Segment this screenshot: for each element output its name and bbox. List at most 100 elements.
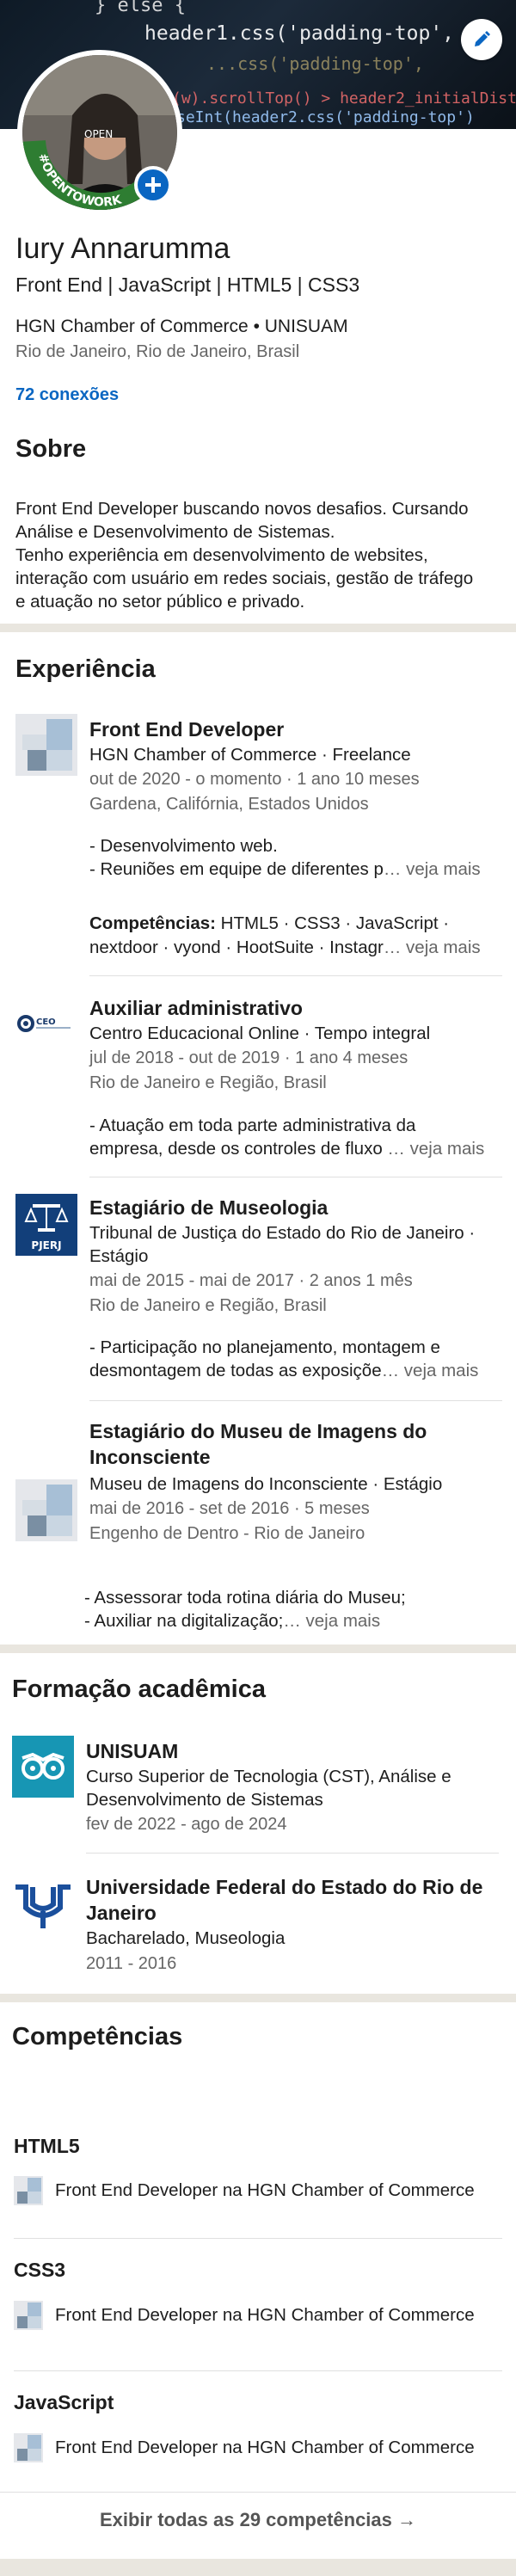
skill-name[interactable]: CSS3 bbox=[14, 2259, 65, 2282]
experience-desc: desmontagem de todas as exposiçõe… veja … bbox=[89, 1359, 502, 1382]
skills-section-title: Competências bbox=[12, 2023, 183, 2050]
experience-title[interactable]: Estagiário de Museologia bbox=[89, 1196, 502, 1220]
entry-separator bbox=[86, 1853, 499, 1854]
experience-title[interactable]: Estagiário do Museu de Imagens do bbox=[89, 1419, 502, 1443]
skill-separator bbox=[14, 2238, 502, 2239]
school-degree: Desenvolvimento de Sistemas bbox=[86, 1790, 323, 1810]
logo-text: PJERJ bbox=[31, 1239, 61, 1251]
experience-desc-text: empresa, desde os controles de fluxo bbox=[89, 1139, 383, 1159]
experience-location: Rio de Janeiro e Região, Brasil bbox=[89, 1073, 327, 1092]
about-line: e atuação no setor público e privado. bbox=[15, 592, 305, 612]
experience-company: Museu de Imagens do Inconsciente · Estág… bbox=[89, 1474, 443, 1494]
school-name[interactable]: Universidade Federal do Estado do Rio de bbox=[86, 1875, 499, 1899]
profile-location: Rio de Janeiro, Rio de Janeiro, Brasil bbox=[15, 342, 300, 361]
experience-desc: empresa, desde os controles de fluxo … v… bbox=[89, 1137, 502, 1160]
section-divider bbox=[0, 2559, 516, 2576]
education-section-title: Formação acadêmica bbox=[12, 1675, 266, 1703]
section-divider bbox=[0, 1645, 516, 1653]
experience-desc: - Participação no planejamento, montagem… bbox=[89, 1337, 440, 1357]
about-line: Tenho experiência em desenvolvimento de … bbox=[15, 545, 428, 565]
skill-context-logo bbox=[14, 2301, 43, 2330]
skill-context: Front End Developer na HGN Chamber of Co… bbox=[55, 2438, 475, 2457]
see-more-link[interactable]: … veja mais bbox=[283, 1611, 380, 1631]
entry-separator bbox=[89, 1400, 502, 1401]
banner-code-line: (w).scrollTop() > header2_initialDistanc… bbox=[172, 89, 516, 108]
experience-dates: jul de 2018 - out de 2019 · 1 ano 4 mese… bbox=[89, 1048, 408, 1067]
skills-label: Competências: bbox=[89, 913, 216, 933]
experience-desc: - Desenvolvimento web. bbox=[89, 836, 278, 856]
company-logo-ceo: CEO bbox=[15, 998, 77, 1060]
experience-section-title: Experiência bbox=[15, 655, 156, 683]
school-dates: fev de 2022 - ago de 2024 bbox=[86, 1815, 287, 1834]
edit-banner-button[interactable] bbox=[461, 19, 502, 60]
pencil-icon bbox=[475, 31, 490, 46]
experience-dates: out de 2020 - o momento · 1 ano 10 meses bbox=[89, 770, 420, 789]
banner-code-line: } else { bbox=[95, 0, 186, 16]
see-more-link[interactable]: … veja mais bbox=[382, 1361, 479, 1380]
experience-location: Engenho de Dentro - Rio de Janeiro bbox=[89, 1524, 366, 1543]
skill-context: Front End Developer na HGN Chamber of Co… bbox=[55, 2180, 475, 2200]
tjrj-logo-icon: PJERJ bbox=[15, 1194, 77, 1256]
experience-skills: nextdoor · vyond · HootSuite · Instagr… … bbox=[89, 936, 502, 959]
company-logo-placeholder bbox=[15, 714, 77, 776]
experience-location: Rio de Janeiro e Região, Brasil bbox=[89, 1296, 327, 1315]
logo-text: CEO bbox=[36, 1017, 56, 1027]
school-degree: Curso Superior de Tecnologia (CST), Anál… bbox=[86, 1767, 452, 1786]
experience-desc-text: - Auxiliar na digitalização; bbox=[84, 1611, 284, 1631]
experience-company: HGN Chamber of Commerce · Freelance bbox=[89, 745, 411, 765]
school-degree: Bacharelado, Museologia bbox=[86, 1928, 286, 1948]
banner-code-line: header1.css('padding-top', bbox=[144, 22, 455, 45]
school-logo-unirio bbox=[12, 1873, 74, 1935]
unirio-logo-icon bbox=[12, 1873, 74, 1935]
experience-desc: - Reuniões em equipe de diferentes p… ve… bbox=[89, 858, 502, 881]
experience-desc-text: - Reuniões em equipe de diferentes p bbox=[89, 859, 384, 879]
skill-name[interactable]: JavaScript bbox=[14, 2391, 114, 2414]
skills-list: nextdoor · vyond · HootSuite · Instagr bbox=[89, 938, 384, 957]
about-text: Front End Developer buscando novos desaf… bbox=[15, 497, 506, 613]
skill-name[interactable]: HTML5 bbox=[14, 2135, 80, 2158]
see-more-link[interactable]: … veja mais bbox=[384, 938, 481, 957]
school-logo-unisuam bbox=[12, 1736, 74, 1798]
about-line: Análise e Desenvolvimento de Sistemas. bbox=[15, 522, 335, 542]
experience-desc-text: desmontagem de todas as exposiçõe bbox=[89, 1361, 382, 1380]
owl-logo-icon bbox=[12, 1736, 74, 1798]
banner-code-line: ...css('padding-top', bbox=[206, 53, 424, 74]
see-more-link[interactable]: … veja mais bbox=[383, 1139, 484, 1159]
experience-desc: - Auxiliar na digitalização;… veja mais bbox=[84, 1609, 497, 1632]
see-more-link[interactable]: … veja mais bbox=[384, 859, 481, 879]
connections-link[interactable]: 72 conexões bbox=[15, 385, 119, 405]
about-line: interação com usuário em redes sociais, … bbox=[15, 569, 474, 588]
experience-desc: - Assessorar toda rotina diária do Museu… bbox=[84, 1588, 406, 1608]
plus-icon bbox=[145, 177, 161, 193]
school-name[interactable]: UNISUAM bbox=[86, 1739, 499, 1763]
experience-company: Estágio bbox=[89, 1246, 149, 1266]
experience-title[interactable]: Inconsciente bbox=[89, 1445, 502, 1469]
skill-separator bbox=[0, 2492, 516, 2493]
experience-location: Gardena, Califórnia, Estados Unidos bbox=[89, 795, 369, 814]
skill-context-logo bbox=[14, 2433, 43, 2462]
show-all-skills-button[interactable]: Exibir todas as 29 competências → bbox=[0, 2509, 516, 2531]
profile-name: Iury Annarumma bbox=[15, 232, 230, 265]
profile-headline: Front End | JavaScript | HTML5 | CSS3 bbox=[15, 274, 360, 296]
experience-dates: mai de 2016 - set de 2016 · 5 meses bbox=[89, 1499, 370, 1518]
entry-separator bbox=[89, 975, 502, 976]
profile-companies: HGN Chamber of Commerce • UNISUAM bbox=[15, 317, 348, 336]
opentowork-label: #OPENTOWORK bbox=[35, 151, 124, 209]
skill-context: Front End Developer na HGN Chamber of Co… bbox=[55, 2305, 475, 2325]
add-photo-button[interactable] bbox=[134, 166, 172, 204]
experience-title[interactable]: Auxiliar administrativo bbox=[89, 996, 502, 1020]
school-dates: 2011 - 2016 bbox=[86, 1954, 177, 1973]
experience-company: Tribunal de Justiça do Estado do Rio de … bbox=[89, 1223, 476, 1243]
experience-title[interactable]: Front End Developer bbox=[89, 717, 502, 741]
experience-desc: - Atuação em toda parte administrativa d… bbox=[89, 1116, 416, 1135]
experience-skills: Competências: HTML5 · CSS3 · JavaScript … bbox=[89, 912, 502, 935]
experience-company: Centro Educacional Online · Tempo integr… bbox=[89, 1024, 431, 1043]
company-logo-tjrj: PJERJ bbox=[15, 1194, 77, 1256]
school-name[interactable]: Janeiro bbox=[86, 1901, 499, 1925]
banner-code-line: seInt(header2.css('padding-top') bbox=[176, 108, 475, 126]
section-divider bbox=[0, 624, 516, 632]
ceo-logo-icon: CEO bbox=[15, 998, 77, 1060]
skill-separator bbox=[14, 2370, 502, 2371]
about-section-title: Sobre bbox=[15, 435, 87, 463]
company-logo-placeholder bbox=[15, 1479, 77, 1541]
